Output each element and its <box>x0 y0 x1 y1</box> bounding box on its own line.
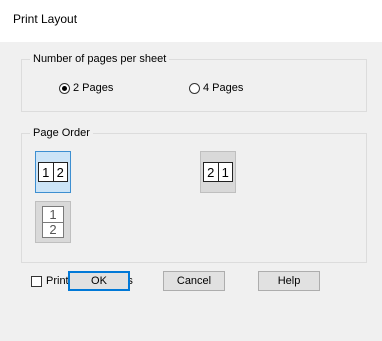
order-top-to-bottom-button[interactable]: 1 2 <box>35 201 71 243</box>
order-right-to-left-button[interactable]: 2 1 <box>200 151 236 193</box>
radio-2-pages-indicator[interactable] <box>59 82 70 94</box>
order-ttb-second-page: 2 <box>43 221 63 238</box>
cancel-button[interactable]: Cancel <box>163 271 225 291</box>
help-button[interactable]: Help <box>258 271 320 291</box>
page-corner-icon <box>42 206 47 211</box>
order-rtl-second-page: 1 <box>217 163 233 181</box>
radio-2-pages[interactable]: 2 Pages <box>59 82 113 94</box>
order-right-to-left-icon: 2 1 <box>203 162 233 182</box>
order-left-to-right-button[interactable]: 1 2 <box>35 151 71 193</box>
window-title: Print Layout <box>13 12 78 26</box>
radio-2-pages-label: 2 Pages <box>73 82 114 94</box>
order-rtl-first-page: 2 <box>207 164 215 180</box>
pages-per-sheet-legend: Number of pages per sheet <box>30 52 170 66</box>
radio-4-pages-label: 4 Pages <box>203 82 244 94</box>
page-order-group: Page Order 1 2 2 1 1 2 <box>21 126 367 263</box>
print-page-frames-box[interactable] <box>31 275 42 287</box>
radio-4-pages-indicator[interactable] <box>189 82 200 94</box>
order-left-to-right-icon: 1 2 <box>38 162 68 182</box>
ok-button[interactable]: OK <box>68 271 130 291</box>
pages-per-sheet-group: Number of pages per sheet 2 Pages 4 Page… <box>21 52 367 112</box>
order-ltr-second-page: 2 <box>52 163 68 181</box>
dialog-body: Number of pages per sheet 2 Pages 4 Page… <box>0 42 382 341</box>
title-bar: Print Layout <box>0 0 382 42</box>
radio-4-pages[interactable]: 4 Pages <box>189 82 243 94</box>
page-corner-icon <box>38 177 43 182</box>
page-order-legend: Page Order <box>30 126 93 140</box>
order-top-to-bottom-icon: 1 2 <box>42 206 64 238</box>
